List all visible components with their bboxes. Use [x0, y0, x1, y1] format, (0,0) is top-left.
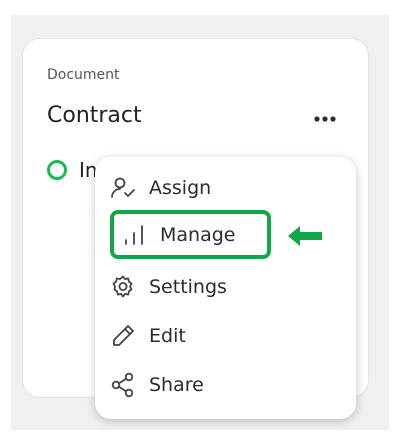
share-icon	[109, 371, 137, 399]
card-kind-label: Document	[47, 67, 120, 83]
menu-item-label: Edit	[149, 325, 186, 347]
menu-item-label: Settings	[149, 276, 227, 298]
more-horizontal-icon	[314, 116, 336, 122]
bar-chart-icon	[120, 221, 148, 249]
person-check-icon	[109, 174, 137, 202]
menu-item-manage[interactable]: Manage	[110, 210, 271, 259]
menu-item-label: Manage	[160, 223, 236, 246]
status-ring-icon	[47, 160, 67, 180]
context-menu: Assign Manage Settings Edit Share	[95, 157, 356, 419]
menu-item-edit[interactable]: Edit	[109, 314, 337, 358]
more-options-button[interactable]	[309, 107, 341, 131]
pencil-icon	[109, 322, 137, 350]
pointer-arrow-icon	[288, 226, 322, 246]
menu-item-assign[interactable]: Assign	[109, 166, 337, 210]
card-title: Contract	[47, 103, 142, 128]
status-indicator: In	[47, 158, 98, 182]
menu-item-label: Share	[149, 374, 204, 396]
menu-item-settings[interactable]: Settings	[109, 265, 337, 309]
menu-item-share[interactable]: Share	[109, 363, 337, 407]
gear-icon	[109, 273, 137, 301]
menu-item-label: Assign	[149, 177, 212, 199]
